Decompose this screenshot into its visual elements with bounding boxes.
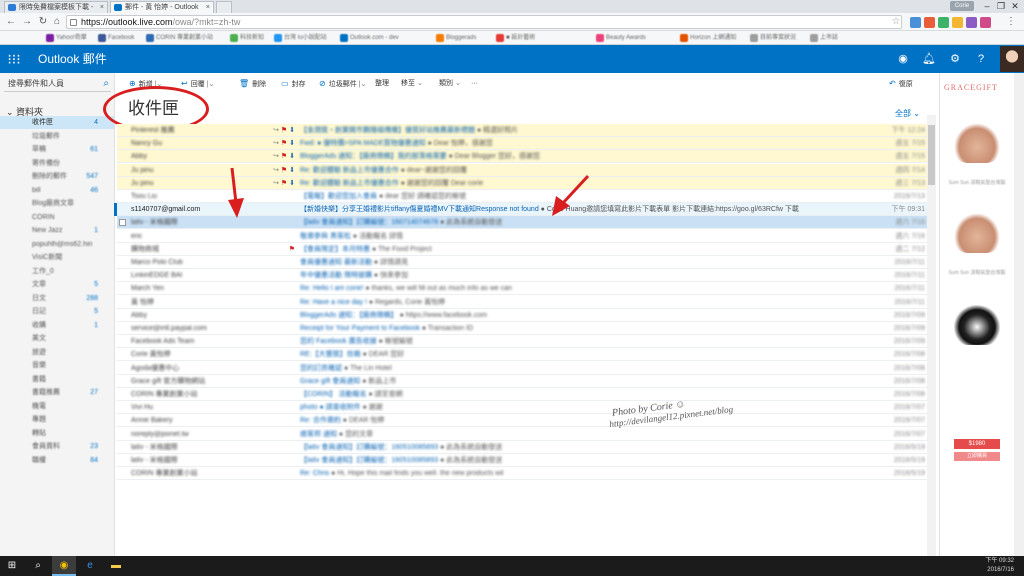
arrow-to-sender bbox=[228, 167, 244, 218]
clock-time: 下午 09:32 bbox=[985, 558, 1014, 564]
windows-taskbar: ⊞ ⌕ ◉ e ▬ 下午 09:32 2016/7/16 bbox=[0, 556, 1024, 576]
edge-icon[interactable]: e bbox=[78, 556, 102, 576]
annotation-arrows bbox=[228, 167, 590, 218]
system-clock[interactable]: 下午 09:32 2016/7/16 bbox=[985, 557, 1014, 575]
windows-start-icon[interactable]: ⊞ bbox=[0, 556, 24, 576]
search-icon[interactable]: ⌕ bbox=[26, 556, 50, 576]
chrome-icon[interactable]: ◉ bbox=[52, 556, 76, 576]
file-explorer-icon[interactable]: ▬ bbox=[104, 556, 128, 576]
arrow-to-subject bbox=[552, 174, 590, 216]
clock-date: 2016/7/16 bbox=[987, 567, 1014, 573]
